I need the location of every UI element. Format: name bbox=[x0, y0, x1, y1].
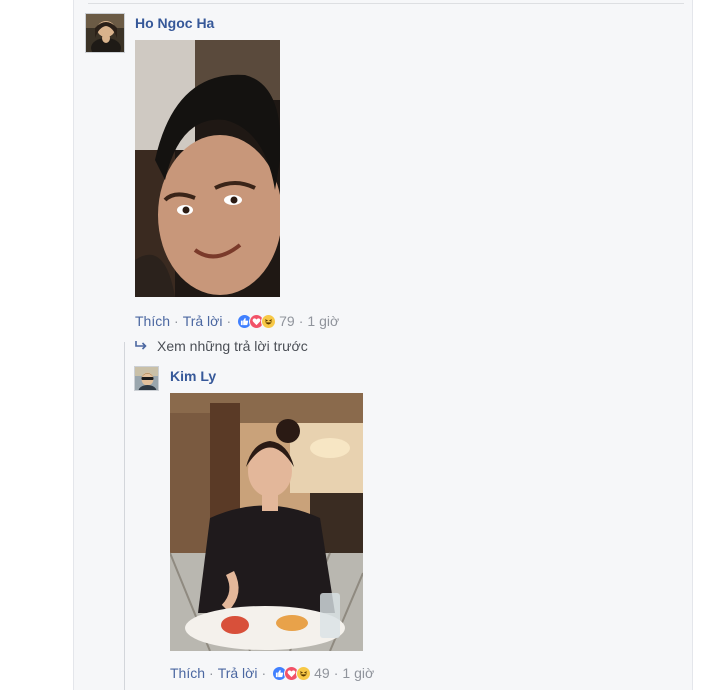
reply-author-name[interactable]: Kim Ly bbox=[170, 368, 216, 384]
like-button[interactable]: Thích bbox=[170, 665, 205, 681]
reply-button[interactable]: Trả lời bbox=[218, 665, 258, 681]
avatar-kim-ly[interactable] bbox=[134, 366, 159, 391]
reactions-summary[interactable] bbox=[237, 313, 277, 329]
reaction-count: 79 bbox=[279, 313, 295, 329]
haha-icon bbox=[296, 665, 312, 681]
divider bbox=[88, 3, 684, 4]
reply-button[interactable]: Trả lời bbox=[183, 313, 223, 329]
reply-photo[interactable] bbox=[170, 393, 363, 651]
reply-thread-line bbox=[124, 342, 125, 690]
reactions-summary[interactable] bbox=[272, 665, 312, 681]
view-previous-replies-label: Xem những trả lời trước bbox=[157, 338, 308, 354]
separator-dot: · bbox=[226, 313, 232, 329]
comment-actions: Thích · Trả lời · 79 · 1 giờ bbox=[135, 313, 339, 329]
separator-dot: · bbox=[298, 313, 304, 329]
comment-timestamp[interactable]: 1 giờ bbox=[307, 313, 339, 329]
reply-arrow-icon bbox=[134, 340, 148, 352]
separator-dot: · bbox=[209, 665, 214, 681]
view-previous-replies-link[interactable]: Xem những trả lời trước bbox=[134, 338, 308, 354]
like-button[interactable]: Thích bbox=[135, 313, 170, 329]
separator-dot: · bbox=[333, 665, 339, 681]
avatar-ho-ngoc-ha[interactable] bbox=[85, 13, 125, 53]
reply-timestamp[interactable]: 1 giờ bbox=[342, 665, 374, 681]
reaction-count: 49 bbox=[314, 665, 330, 681]
separator-dot: · bbox=[261, 665, 267, 681]
comment-photo[interactable] bbox=[135, 40, 280, 297]
reply-actions: Thích · Trả lời · 49 · 1 giờ bbox=[170, 665, 374, 681]
haha-icon bbox=[261, 313, 277, 329]
comment-author-name[interactable]: Ho Ngoc Ha bbox=[135, 15, 214, 31]
separator-dot: · bbox=[174, 313, 179, 329]
